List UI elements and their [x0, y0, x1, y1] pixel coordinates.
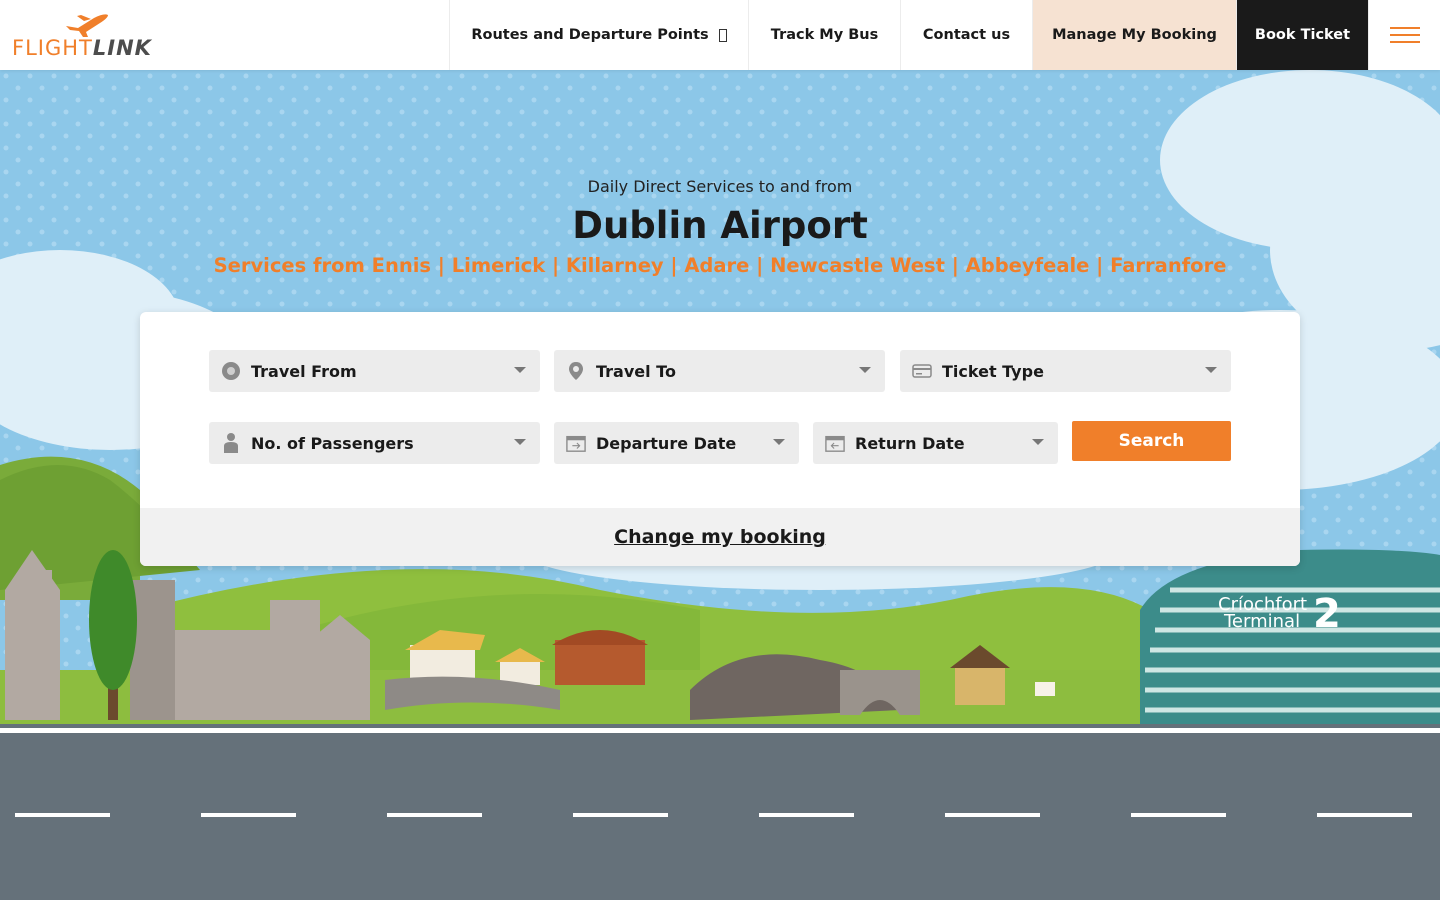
- change-booking-link[interactable]: Change my booking: [614, 526, 826, 548]
- nav-routes-label: Routes and Departure Points: [471, 27, 709, 43]
- chevron-down-icon: [1205, 367, 1217, 373]
- hero-services-list: Services from Ennis | Limerick | Killarn…: [213, 254, 1227, 277]
- hero-subtitle: Daily Direct Services to and from: [587, 177, 853, 196]
- terminal-sign-number: 2: [1313, 591, 1341, 637]
- passengers-select[interactable]: No. of Passengers: [209, 422, 540, 464]
- ticket-type-label: Ticket Type: [942, 361, 1044, 381]
- chevron-down-icon: [514, 367, 526, 373]
- nav-manage-booking[interactable]: Manage My Booking: [1032, 0, 1236, 70]
- nav-contact-us[interactable]: Contact us: [900, 0, 1032, 70]
- passengers-label: No. of Passengers: [251, 433, 414, 453]
- chevron-down-icon: [1032, 439, 1044, 445]
- calendar-icon: [566, 433, 586, 453]
- hamburger-menu-button[interactable]: [1368, 0, 1440, 70]
- flightlink-logo[interactable]: FLIGHTLINK: [12, 12, 152, 60]
- map-pin-icon: [566, 361, 586, 381]
- departure-date-picker[interactable]: Departure Date: [554, 422, 799, 464]
- nav-book-ticket[interactable]: Book Ticket: [1236, 0, 1368, 70]
- nav-routes[interactable]: Routes and Departure Points: [449, 0, 748, 70]
- calendar-icon: [825, 433, 845, 453]
- chevron-down-icon: [859, 367, 871, 373]
- origin-dot-icon: [221, 361, 241, 381]
- travel-from-label: Travel From: [251, 361, 357, 381]
- dropdown-icon: [718, 28, 727, 42]
- plane-icon: [66, 14, 108, 37]
- card-footer: Change my booking: [140, 508, 1300, 566]
- ticket-type-select[interactable]: Ticket Type: [900, 350, 1231, 392]
- search-button[interactable]: Search: [1072, 421, 1231, 461]
- chevron-down-icon: [773, 439, 785, 445]
- chevron-down-icon: [514, 439, 526, 445]
- ticket-card-icon: [912, 361, 932, 381]
- main-nav: Routes and Departure Points Track My Bus…: [449, 0, 1440, 70]
- terminal-sign-line2: Terminal: [1223, 611, 1300, 632]
- person-icon: [221, 433, 241, 453]
- departure-date-label: Departure Date: [596, 433, 737, 453]
- hero-title: Dublin Airport: [572, 204, 868, 247]
- return-date-picker[interactable]: Return Date: [813, 422, 1058, 464]
- site-header: FLIGHTLINK Routes and Departure Points T…: [0, 0, 1440, 70]
- search-form-card: Travel From Travel To Ticket Type No. of…: [140, 312, 1300, 566]
- hamburger-icon: [1389, 22, 1420, 48]
- travel-to-select[interactable]: Travel To: [554, 350, 885, 392]
- travel-from-select[interactable]: Travel From: [209, 350, 540, 392]
- travel-to-label: Travel To: [596, 361, 676, 381]
- nav-track-my-bus[interactable]: Track My Bus: [748, 0, 900, 70]
- return-date-label: Return Date: [855, 433, 965, 453]
